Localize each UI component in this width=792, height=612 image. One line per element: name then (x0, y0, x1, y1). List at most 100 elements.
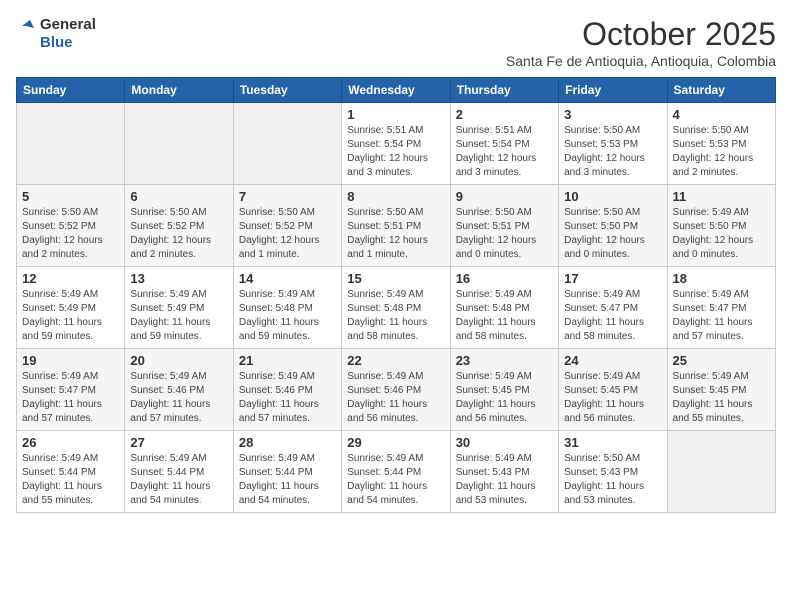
day-number: 22 (347, 353, 444, 368)
day-number: 27 (130, 435, 227, 450)
calendar-day-cell: 12 Sunrise: 5:49 AM Sunset: 5:49 PM Dayli… (17, 267, 125, 349)
day-info: Sunrise: 5:49 AM Sunset: 5:49 PM Dayligh… (22, 288, 119, 344)
day-info: Sunrise: 5:49 AM Sunset: 5:45 PM Dayligh… (456, 370, 553, 426)
day-info: Sunrise: 5:50 AM Sunset: 5:50 PM Dayligh… (564, 206, 661, 262)
day-info: Sunrise: 5:50 AM Sunset: 5:52 PM Dayligh… (130, 206, 227, 262)
calendar-day-cell: 27 Sunrise: 5:49 AM Sunset: 5:44 PM Dayli… (125, 431, 233, 513)
calendar-day-cell: 24Sunrise: 5:49 AM Sunset: 5:45 PM Dayli… (559, 349, 667, 431)
calendar-day-cell: 28 Sunrise: 5:49 AM Sunset: 5:44 PM Dayli… (233, 431, 341, 513)
day-info: Sunrise: 5:49 AM Sunset: 5:44 PM Dayligh… (130, 452, 227, 508)
col-header-tuesday: Tuesday (233, 78, 341, 103)
day-number: 12 (22, 271, 119, 286)
calendar-day-cell: 4Sunrise: 5:50 AM Sunset: 5:53 PM Daylig… (667, 103, 775, 185)
day-number: 6 (130, 189, 227, 204)
calendar-week-row: 19 Sunrise: 5:49 AM Sunset: 5:47 PM Dayli… (17, 349, 776, 431)
day-info: Sunrise: 5:49 AM Sunset: 5:47 PM Dayligh… (564, 288, 661, 344)
day-number: 5 (22, 189, 119, 204)
calendar-day-cell: 3 Sunrise: 5:50 AM Sunset: 5:53 PM Daylig… (559, 103, 667, 185)
calendar-day-cell: 1 Sunrise: 5:51 AM Sunset: 5:54 PM Daylig… (342, 103, 450, 185)
calendar-day-cell: 19 Sunrise: 5:49 AM Sunset: 5:47 PM Dayli… (17, 349, 125, 431)
day-number: 10 (564, 189, 661, 204)
logo-general: General (40, 16, 96, 34)
day-number: 1 (347, 107, 444, 122)
day-info: Sunrise: 5:50 AM Sunset: 5:51 PM Dayligh… (456, 206, 553, 262)
day-number: 28 (239, 435, 336, 450)
col-header-saturday: Saturday (667, 78, 775, 103)
calendar-day-cell: 6 Sunrise: 5:50 AM Sunset: 5:52 PM Daylig… (125, 185, 233, 267)
day-number: 29 (347, 435, 444, 450)
col-header-friday: Friday (559, 78, 667, 103)
calendar-header-row: SundayMondayTuesdayWednesdayThursdayFrid… (17, 78, 776, 103)
day-number: 13 (130, 271, 227, 286)
logo-blue: Blue (40, 34, 96, 52)
day-info: Sunrise: 5:49 AM Sunset: 5:47 PM Dayligh… (673, 288, 770, 344)
day-number: 9 (456, 189, 553, 204)
day-info: Sunrise: 5:50 AM Sunset: 5:52 PM Dayligh… (22, 206, 119, 262)
logo-container: General Blue (16, 16, 96, 52)
calendar-day-cell: 13 Sunrise: 5:49 AM Sunset: 5:49 PM Dayli… (125, 267, 233, 349)
day-info: Sunrise: 5:50 AM Sunset: 5:53 PM Dayligh… (564, 124, 661, 180)
day-number: 14 (239, 271, 336, 286)
day-info: Sunrise: 5:50 AM Sunset: 5:43 PM Dayligh… (564, 452, 661, 508)
day-number: 17 (564, 271, 661, 286)
day-info: Sunrise: 5:49 AM Sunset: 5:47 PM Dayligh… (22, 370, 119, 426)
day-info: Sunrise: 5:49 AM Sunset: 5:44 PM Dayligh… (22, 452, 119, 508)
calendar-day-cell: 11Sunrise: 5:49 AM Sunset: 5:50 PM Dayli… (667, 185, 775, 267)
day-info: Sunrise: 5:51 AM Sunset: 5:54 PM Dayligh… (347, 124, 444, 180)
calendar-day-cell (125, 103, 233, 185)
title-block: October 2025 Santa Fe de Antioquia, Anti… (506, 16, 776, 69)
logo-text: General Blue (40, 16, 96, 52)
day-number: 8 (347, 189, 444, 204)
day-info: Sunrise: 5:49 AM Sunset: 5:50 PM Dayligh… (673, 206, 770, 262)
day-number: 4 (673, 107, 770, 122)
col-header-monday: Monday (125, 78, 233, 103)
calendar-table: SundayMondayTuesdayWednesdayThursdayFrid… (16, 77, 776, 513)
calendar-day-cell: 22Sunrise: 5:49 AM Sunset: 5:46 PM Dayli… (342, 349, 450, 431)
day-number: 30 (456, 435, 553, 450)
calendar-day-cell: 29Sunrise: 5:49 AM Sunset: 5:44 PM Dayli… (342, 431, 450, 513)
col-header-wednesday: Wednesday (342, 78, 450, 103)
day-info: Sunrise: 5:49 AM Sunset: 5:48 PM Dayligh… (347, 288, 444, 344)
calendar-day-cell: 16 Sunrise: 5:49 AM Sunset: 5:48 PM Dayli… (450, 267, 558, 349)
calendar-week-row: 5 Sunrise: 5:50 AM Sunset: 5:52 PM Daylig… (17, 185, 776, 267)
day-number: 19 (22, 353, 119, 368)
day-number: 16 (456, 271, 553, 286)
calendar-day-cell: 14Sunrise: 5:49 AM Sunset: 5:48 PM Dayli… (233, 267, 341, 349)
col-header-sunday: Sunday (17, 78, 125, 103)
day-info: Sunrise: 5:50 AM Sunset: 5:52 PM Dayligh… (239, 206, 336, 262)
col-header-thursday: Thursday (450, 78, 558, 103)
day-info: Sunrise: 5:49 AM Sunset: 5:45 PM Dayligh… (673, 370, 770, 426)
day-info: Sunrise: 5:49 AM Sunset: 5:49 PM Dayligh… (130, 288, 227, 344)
location: Santa Fe de Antioquia, Antioquia, Colomb… (506, 53, 776, 69)
calendar-day-cell: 10 Sunrise: 5:50 AM Sunset: 5:50 PM Dayli… (559, 185, 667, 267)
day-info: Sunrise: 5:49 AM Sunset: 5:48 PM Dayligh… (456, 288, 553, 344)
day-info: Sunrise: 5:49 AM Sunset: 5:45 PM Dayligh… (564, 370, 661, 426)
logo-bird-icon (16, 16, 36, 52)
calendar-day-cell: 18Sunrise: 5:49 AM Sunset: 5:47 PM Dayli… (667, 267, 775, 349)
calendar-day-cell (667, 431, 775, 513)
calendar-day-cell: 20Sunrise: 5:49 AM Sunset: 5:46 PM Dayli… (125, 349, 233, 431)
day-info: Sunrise: 5:49 AM Sunset: 5:46 PM Dayligh… (239, 370, 336, 426)
calendar-week-row: 1 Sunrise: 5:51 AM Sunset: 5:54 PM Daylig… (17, 103, 776, 185)
day-number: 31 (564, 435, 661, 450)
calendar-day-cell: 17 Sunrise: 5:49 AM Sunset: 5:47 PM Dayli… (559, 267, 667, 349)
day-number: 3 (564, 107, 661, 122)
day-number: 2 (456, 107, 553, 122)
calendar-day-cell: 7Sunrise: 5:50 AM Sunset: 5:52 PM Daylig… (233, 185, 341, 267)
logo: General Blue (16, 16, 96, 52)
calendar-day-cell: 21Sunrise: 5:49 AM Sunset: 5:46 PM Dayli… (233, 349, 341, 431)
calendar-day-cell: 2 Sunrise: 5:51 AM Sunset: 5:54 PM Daylig… (450, 103, 558, 185)
calendar-day-cell: 25Sunrise: 5:49 AM Sunset: 5:45 PM Dayli… (667, 349, 775, 431)
day-info: Sunrise: 5:51 AM Sunset: 5:54 PM Dayligh… (456, 124, 553, 180)
calendar-day-cell: 31 Sunrise: 5:50 AM Sunset: 5:43 PM Dayli… (559, 431, 667, 513)
calendar-day-cell: 30 Sunrise: 5:49 AM Sunset: 5:43 PM Dayli… (450, 431, 558, 513)
month-year: October 2025 (506, 16, 776, 53)
calendar-day-cell (17, 103, 125, 185)
day-number: 23 (456, 353, 553, 368)
day-info: Sunrise: 5:49 AM Sunset: 5:43 PM Dayligh… (456, 452, 553, 508)
day-number: 15 (347, 271, 444, 286)
day-info: Sunrise: 5:49 AM Sunset: 5:44 PM Dayligh… (239, 452, 336, 508)
calendar-week-row: 26Sunrise: 5:49 AM Sunset: 5:44 PM Dayli… (17, 431, 776, 513)
calendar-week-row: 12 Sunrise: 5:49 AM Sunset: 5:49 PM Dayli… (17, 267, 776, 349)
day-info: Sunrise: 5:50 AM Sunset: 5:51 PM Dayligh… (347, 206, 444, 262)
